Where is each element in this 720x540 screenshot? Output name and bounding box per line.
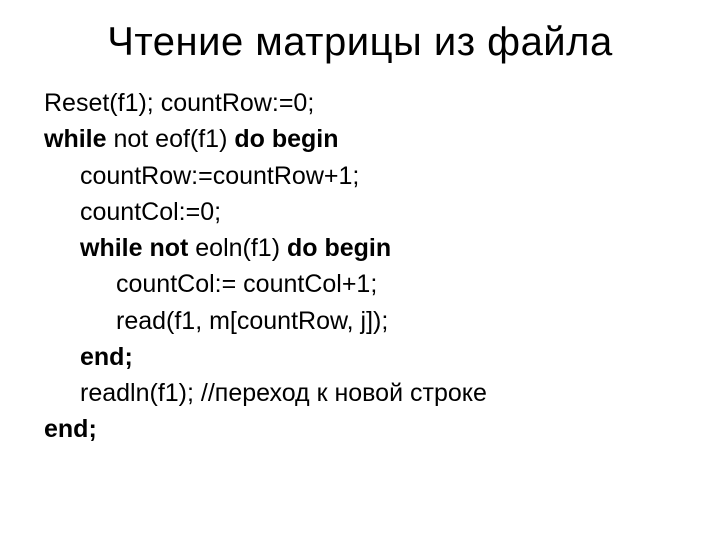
code-text: countCol:=0; [80, 198, 221, 226]
code-text: readln(f1); //переход к новой строке [80, 379, 487, 407]
code-line: end; [44, 339, 680, 375]
code-text: eoln(f1) [188, 234, 287, 262]
keyword: do begin [287, 234, 391, 262]
slide-title: Чтение матрицы из файла [40, 20, 680, 65]
code-line: Reset(f1); countRow:=0; [44, 85, 680, 121]
code-line: countRow:=countRow+1; [44, 158, 680, 194]
code-line: end; [44, 411, 680, 447]
code-text: Reset(f1); countRow:=0; [44, 89, 314, 117]
keyword: do begin [234, 125, 338, 153]
keyword: while not [80, 234, 188, 262]
code-block: Reset(f1); countRow:=0; while not eof(f1… [40, 85, 680, 448]
code-line: countCol:=0; [44, 194, 680, 230]
code-text: read(f1, m[countRow, j]); [116, 307, 388, 335]
code-line: readln(f1); //переход к новой строке [44, 375, 680, 411]
code-text: countRow:=countRow+1; [80, 162, 359, 190]
code-line: while not eof(f1) do begin [44, 121, 680, 157]
code-text: countCol:= countCol+1; [116, 270, 377, 298]
keyword: end; [80, 343, 133, 371]
code-line: while not eoln(f1) do begin [44, 230, 680, 266]
keyword: end; [44, 415, 97, 443]
code-line: countCol:= countCol+1; [44, 266, 680, 302]
keyword: while [44, 125, 107, 153]
code-text: not eof(f1) [107, 125, 235, 153]
code-line: read(f1, m[countRow, j]); [44, 303, 680, 339]
